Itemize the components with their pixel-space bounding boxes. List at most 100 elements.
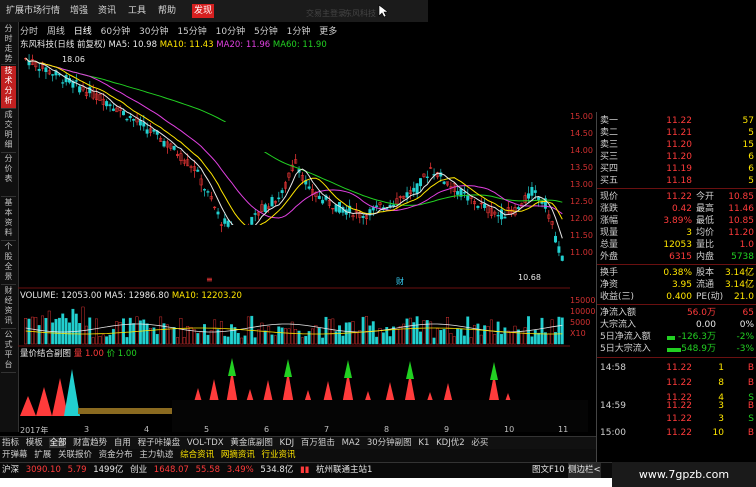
vol-tick: 10000: [570, 307, 596, 316]
candle-body: [105, 101, 109, 107]
sidebar-toggle[interactable]: 侧边栏<: [568, 463, 601, 478]
volume-bar: [327, 319, 331, 345]
menu-help[interactable]: 帮助: [156, 4, 178, 18]
volume-bar: [91, 337, 95, 345]
candle-body: [462, 192, 466, 194]
volume-bar: [510, 331, 514, 345]
volume-bar: [456, 328, 460, 345]
period-1m[interactable]: 1分钟: [287, 27, 311, 37]
ask-row-3[interactable]: 卖三 11.20 15: [600, 139, 754, 151]
tab-indicator[interactable]: 指标: [2, 438, 19, 448]
tab-time-share[interactable]: 分时走势: [1, 24, 16, 65]
btn-fund-dist[interactable]: 资金分布: [99, 450, 133, 460]
price-tick: 11.50: [570, 231, 593, 240]
btn-related-quote[interactable]: 关联报价: [58, 450, 92, 460]
price-tick: 14.50: [570, 129, 593, 138]
candle-body: [560, 255, 564, 261]
volume-bar: [125, 337, 129, 345]
volume-bar: [47, 310, 51, 345]
month-label: 6: [264, 425, 270, 434]
tab-trade-detail[interactable]: 成交明细: [1, 110, 16, 153]
volume-bar: [263, 330, 267, 345]
status-bar: 沪深 3090.10 5.79 1499亿 创业 1648.07 55.58 3…: [0, 462, 620, 478]
volume-bar: [300, 337, 304, 345]
f10-button[interactable]: 图文F10: [532, 463, 565, 478]
bid-row-5[interactable]: 买五 11.18 5: [600, 175, 754, 187]
volume-bar: [530, 336, 534, 345]
candle-body: [162, 141, 166, 147]
volume-bar: [520, 333, 524, 345]
tab-wealth-trend[interactable]: 财富趋势: [73, 438, 107, 448]
low-price-label: 10.68: [518, 273, 541, 282]
menu-enhance[interactable]: 增强: [68, 4, 90, 18]
period-day[interactable]: 日线: [74, 27, 92, 37]
tab-30m-sub[interactable]: 30分钟副图: [367, 438, 412, 448]
tab-template[interactable]: 模板: [26, 438, 43, 448]
menu-tools[interactable]: 工具: [126, 4, 148, 18]
period-week[interactable]: 周线: [47, 27, 65, 37]
menu-discover[interactable]: 发现: [192, 4, 215, 18]
period-timeshare[interactable]: 分时: [20, 27, 38, 37]
tab-must-buy[interactable]: 必买: [471, 438, 488, 448]
tab-custom[interactable]: 自用: [114, 438, 131, 448]
menu-news[interactable]: 资讯: [96, 4, 118, 18]
menu-extended-market[interactable]: 扩展市场行情: [4, 4, 62, 18]
tab-ma2[interactable]: MA2: [342, 438, 361, 448]
tab-vol-tdx[interactable]: VOL-TDX: [187, 438, 224, 448]
candle-body: [415, 183, 419, 194]
ask-row-2[interactable]: 卖二 11.21 5: [600, 127, 754, 139]
volume-bar: [71, 308, 75, 345]
period-more[interactable]: 更多: [319, 27, 337, 37]
cy-value: 1648.07: [153, 465, 189, 475]
price-tick: 14.00: [570, 146, 593, 155]
ma10-label: MA10: 11.43: [159, 40, 214, 50]
year-label: 2017年: [20, 426, 49, 435]
candle-body: [250, 216, 254, 225]
tab-finance-news[interactable]: 财经资讯: [1, 286, 16, 329]
indicator-tabs: 指标 模板 全部 财富趋势 自用 程子咔操盘 VOL-TDX 黄金底副图 KDJ…: [0, 436, 596, 450]
candle-body: [361, 216, 365, 218]
period-5m[interactable]: 5分钟: [254, 27, 278, 37]
tick-row: 11.22 8 B: [666, 378, 754, 388]
bid-row-3[interactable]: 买三 11.20 6: [600, 151, 754, 163]
period-15m[interactable]: 15分钟: [177, 27, 206, 37]
btn-danmu[interactable]: 开弹幕: [2, 450, 28, 460]
tab-k1[interactable]: K1: [418, 438, 429, 448]
period-60m[interactable]: 60分钟: [101, 27, 130, 37]
btn-extend[interactable]: 扩展: [34, 450, 51, 460]
redaction-2: [230, 225, 524, 259]
btn-main-track[interactable]: 主力轨迹: [139, 450, 173, 460]
stat-row: 涨跌 0.42 最高 11.46: [600, 204, 754, 214]
volume-bar: [368, 325, 372, 345]
volume-bar: [493, 334, 497, 345]
bid-row-4[interactable]: 买四 11.19 6: [600, 163, 754, 175]
tab-kdj[interactable]: KDJ: [280, 438, 295, 448]
tab-gold-bottom[interactable]: 黄金底副图: [230, 438, 273, 448]
btn-industry-news[interactable]: 行业资讯: [262, 450, 296, 460]
period-10m[interactable]: 10分钟: [216, 27, 245, 37]
candle-body: [280, 190, 284, 193]
volume-bars: [24, 306, 564, 345]
tab-formula-platform[interactable]: 公式平台: [1, 330, 16, 373]
btn-general-news[interactable]: 综合资讯: [180, 450, 214, 460]
month-label: 9: [444, 425, 450, 434]
tab-price-table[interactable]: 分价表: [1, 154, 16, 197]
tab-all[interactable]: 全部: [49, 438, 67, 448]
vol-tick: 15000: [570, 296, 596, 305]
high-price-label: 18.06: [62, 55, 85, 64]
volume-bar: [375, 336, 379, 345]
price-tick: 15.00: [570, 112, 593, 121]
tab-basic-info[interactable]: 基本资料: [1, 198, 16, 241]
btn-net-news[interactable]: 网摘资讯: [221, 450, 255, 460]
tab-operate[interactable]: 程子咔操盘: [138, 438, 181, 448]
tab-million-snipe[interactable]: 百万狙击: [301, 438, 335, 448]
tab-technical-analysis[interactable]: 技术分析: [1, 66, 16, 109]
ask-row-1[interactable]: 卖一 11.22 57: [600, 115, 754, 127]
candle-body: [557, 246, 561, 253]
volume-bar: [199, 331, 203, 345]
tab-stock-overview[interactable]: 个股全景: [1, 242, 16, 285]
volume-bar: [442, 329, 446, 345]
period-30m[interactable]: 30分钟: [139, 27, 168, 37]
candle-body: [270, 197, 274, 207]
tab-kdj-opt2[interactable]: KDJ优2: [436, 438, 465, 448]
